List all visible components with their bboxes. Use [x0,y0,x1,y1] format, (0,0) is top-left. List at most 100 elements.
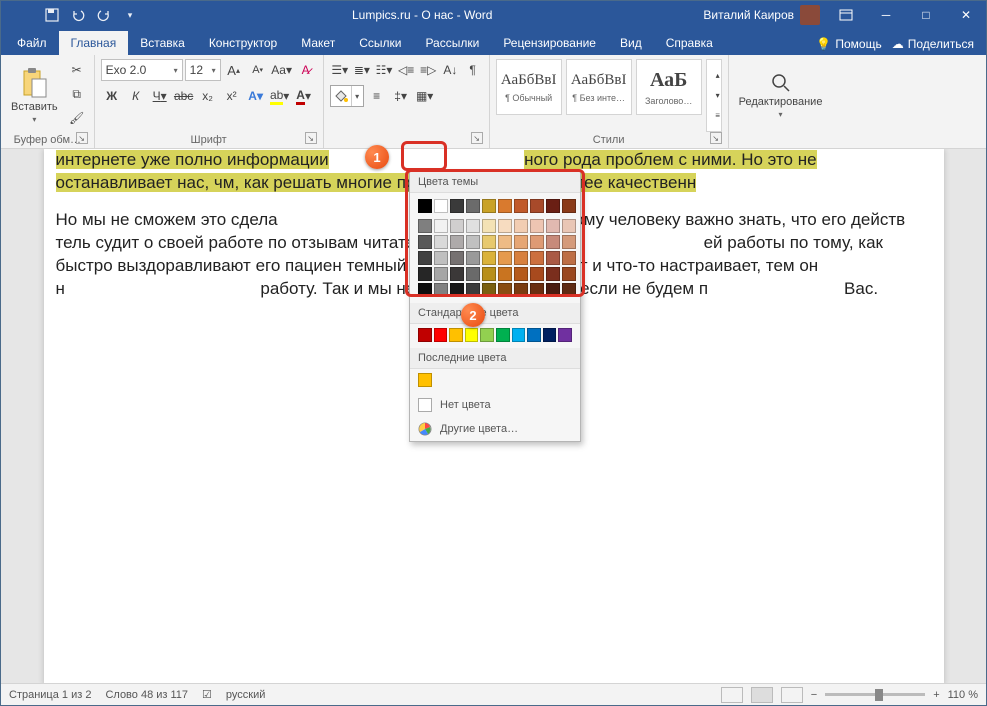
increase-indent-icon[interactable]: ≡▷ [418,59,438,81]
color-swatch[interactable] [498,199,512,213]
color-swatch[interactable] [514,219,528,233]
shading-button[interactable]: ▾ [330,85,364,107]
borders-icon[interactable]: ▦▾ [414,85,436,107]
read-mode-icon[interactable] [721,687,743,703]
color-swatch[interactable] [434,267,448,281]
color-swatch[interactable] [450,251,464,265]
color-swatch[interactable] [482,219,496,233]
color-swatch[interactable] [482,283,496,297]
color-swatch[interactable] [434,219,448,233]
color-swatch[interactable] [450,219,464,233]
no-color-item[interactable]: Нет цвета [410,393,580,417]
zoom-in-button[interactable]: + [933,689,939,701]
highlight-color-icon[interactable]: ab▾ [269,85,291,107]
color-swatch[interactable] [527,328,541,342]
more-colors-item[interactable]: Другие цвета… [410,417,580,441]
color-swatch[interactable] [434,199,448,213]
line-spacing-icon[interactable]: ‡▾ [390,85,412,107]
paragraph-launcher[interactable]: ↘ [471,132,483,144]
color-swatch[interactable] [418,251,432,265]
color-swatch[interactable] [482,267,496,281]
color-swatch[interactable] [482,235,496,249]
color-swatch[interactable] [449,328,463,342]
color-swatch[interactable] [498,219,512,233]
tab-references[interactable]: Ссылки [347,31,413,55]
styles-more-icon[interactable]: ≡ [707,107,729,125]
color-swatch[interactable] [434,251,448,265]
color-swatch[interactable] [530,199,544,213]
zoom-slider[interactable] [825,693,925,696]
color-swatch[interactable] [418,219,432,233]
color-swatch[interactable] [466,219,480,233]
ribbon-options-icon[interactable] [826,1,866,29]
share-button[interactable]: ☁ Поделиться [892,37,974,51]
align-left-icon[interactable]: ≡ [366,85,388,107]
color-swatch[interactable] [514,267,528,281]
strike-button[interactable]: abc [173,85,195,107]
color-swatch[interactable] [546,235,560,249]
underline-button[interactable]: Ч▾ [149,85,171,107]
color-swatch[interactable] [498,283,512,297]
print-layout-icon[interactable] [751,687,773,703]
format-painter-icon[interactable]: 🖌 [66,107,88,129]
color-swatch[interactable] [434,283,448,297]
color-swatch[interactable] [498,235,512,249]
color-swatch[interactable] [418,328,432,342]
subscript-button[interactable]: x₂ [197,85,219,107]
color-swatch[interactable] [562,267,576,281]
color-swatch[interactable] [418,267,432,281]
styles-launcher[interactable]: ↘ [710,132,722,144]
color-swatch[interactable] [514,199,528,213]
color-swatch[interactable] [482,251,496,265]
color-swatch[interactable] [498,251,512,265]
color-swatch[interactable] [418,199,432,213]
copy-icon[interactable]: ⧉ [66,83,88,105]
style-nospacing[interactable]: АаБбВвI¶ Без инте… [566,59,632,115]
tab-home[interactable]: Главная [59,31,129,55]
paste-button[interactable]: Вставить ▾ [7,59,62,132]
tab-insert[interactable]: Вставка [128,31,197,55]
color-swatch[interactable] [466,283,480,297]
styles-down-icon[interactable]: ▾ [707,87,729,105]
font-size-combo[interactable]: 12▾ [185,59,221,81]
color-swatch[interactable] [530,251,544,265]
clear-format-icon[interactable]: A̷ [295,59,317,81]
color-swatch[interactable] [530,219,544,233]
color-swatch[interactable] [450,199,464,213]
color-swatch[interactable] [546,199,560,213]
color-swatch[interactable] [498,267,512,281]
color-swatch[interactable] [466,251,480,265]
color-swatch[interactable] [450,235,464,249]
text-effects-icon[interactable]: A▾ [245,85,267,107]
tab-layout[interactable]: Макет [289,31,347,55]
color-swatch[interactable] [480,328,494,342]
maximize-button[interactable]: □ [906,1,946,29]
color-swatch[interactable] [434,328,448,342]
spellcheck-icon[interactable]: ☑ [202,688,212,701]
redo-icon[interactable] [93,4,115,26]
tab-design[interactable]: Конструктор [197,31,289,55]
style-heading[interactable]: АаБЗаголово… [636,59,702,115]
numbering-icon[interactable]: ≣▾ [352,59,372,81]
cut-icon[interactable]: ✂ [66,59,88,81]
color-swatch[interactable] [562,235,576,249]
color-swatch[interactable] [546,219,560,233]
color-swatch[interactable] [546,251,560,265]
zoom-level[interactable]: 110 % [948,689,978,701]
web-layout-icon[interactable] [781,687,803,703]
font-launcher[interactable]: ↘ [305,132,317,144]
color-swatch[interactable] [466,267,480,281]
color-swatch[interactable] [514,235,528,249]
qat-more-icon[interactable]: ▾ [119,4,141,26]
minimize-button[interactable]: ─ [866,1,906,29]
tab-mailings[interactable]: Рассылки [413,31,491,55]
color-swatch[interactable] [450,283,464,297]
color-swatch[interactable] [434,235,448,249]
find-button[interactable]: Редактирование ▾ [735,70,827,121]
color-swatch[interactable] [466,199,480,213]
close-button[interactable]: ✕ [946,1,986,29]
color-swatch[interactable] [530,267,544,281]
font-name-combo[interactable]: Exo 2.0▾ [101,59,183,81]
tab-view[interactable]: Вид [608,31,654,55]
color-swatch[interactable] [543,328,557,342]
